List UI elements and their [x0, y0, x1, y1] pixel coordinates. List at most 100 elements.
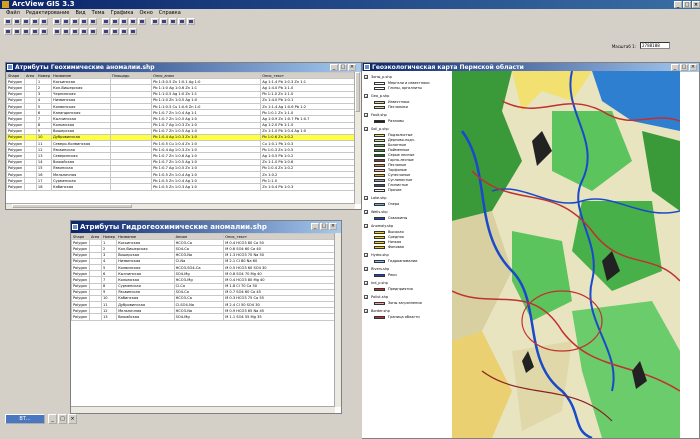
scale-input[interactable]: 2788188 — [640, 42, 670, 49]
menu-item[interactable]: Графика — [111, 9, 134, 17]
minimize-button[interactable]: _ — [674, 1, 682, 8]
menu-item[interactable]: Справка — [159, 9, 181, 17]
toolbar-button[interactable] — [89, 28, 97, 35]
layer-name[interactable]: Soil_p.shp — [371, 127, 389, 131]
menu-item[interactable]: Вид — [75, 9, 85, 17]
layer-visibility-checkbox[interactable]: ✓ — [364, 295, 368, 300]
toolbar-button[interactable] — [80, 28, 88, 35]
layer-name[interactable]: Border.shp — [371, 309, 390, 313]
close-button[interactable]: × — [689, 64, 697, 71]
toolbar-button[interactable] — [4, 18, 12, 25]
maximize-button[interactable]: □ — [320, 223, 328, 230]
attribute-table[interactable]: Shape Area Номер Название Анион Опис_текст Pol… — [71, 233, 335, 321]
layer-visibility-checkbox[interactable]: ✓ — [364, 127, 368, 132]
table-window-geochem[interactable]: Атрибуты Геохимические аномалии.shp _ □ … — [5, 62, 362, 210]
toolbar-button[interactable] — [40, 18, 48, 25]
table-row[interactable]: Polygon 13 Вижайская SO4-Mg M 1.1 SO4 55 Mg … — [71, 313, 335, 321]
menu-item[interactable]: Редактирование — [26, 9, 70, 17]
layer-name[interactable]: Geo_p.shp — [371, 94, 389, 98]
layer-name[interactable]: Rivers.shp — [371, 267, 389, 271]
layer-name[interactable]: Ind_p.shp — [371, 281, 388, 285]
toolbar-button[interactable] — [160, 18, 168, 25]
toolbar-button[interactable] — [129, 18, 137, 25]
layer-visibility-checkbox[interactable]: ✓ — [364, 253, 368, 258]
layer-visibility-checkbox[interactable]: ✓ — [364, 210, 368, 215]
layer-name[interactable]: Fault.shp — [371, 113, 387, 117]
vertical-scrollbar[interactable] — [334, 233, 341, 407]
layer-visibility-checkbox[interactable]: ✓ — [364, 113, 368, 118]
layer-name[interactable]: Anomaly.shp — [371, 224, 393, 228]
menu-item[interactable]: Файл — [6, 9, 20, 17]
close-button[interactable]: × — [68, 414, 77, 424]
minimize-button[interactable]: _ — [311, 223, 319, 230]
scroll-thumb[interactable] — [12, 204, 132, 208]
close-button[interactable]: × — [329, 223, 337, 230]
table-window-title[interactable]: Атрибуты Геохимические аномалии.shp — [6, 63, 361, 72]
toolbar-button[interactable] — [53, 28, 61, 35]
layer-name[interactable]: Hydro.shp — [371, 253, 389, 257]
horizontal-scrollbar[interactable] — [71, 406, 335, 413]
toolbar-button[interactable] — [53, 18, 61, 25]
toolbar-button[interactable] — [62, 28, 70, 35]
vertical-scrollbar[interactable] — [354, 72, 361, 204]
toolbar-button[interactable] — [178, 18, 186, 25]
legend-swatch — [374, 82, 385, 85]
layer-visibility-checkbox[interactable]: ✓ — [364, 75, 368, 80]
layer-name[interactable]: Pollut.shp — [371, 295, 388, 299]
menu-item[interactable]: Окно — [139, 9, 152, 17]
maximize-button[interactable]: □ — [683, 1, 691, 8]
toolbar-button[interactable] — [120, 28, 128, 35]
table-row[interactable]: Polygon 18 Кабинская Pb 1:0.5 Zn 1:0.3 Ag 1… — [6, 183, 355, 191]
toolbar-button[interactable] — [129, 28, 137, 35]
layer-visibility-checkbox[interactable]: ✓ — [364, 224, 368, 229]
toolbar-button[interactable] — [31, 28, 39, 35]
table-window-hydro[interactable]: Атрибуты Гидрогеохимические аномалии.shp… — [70, 220, 342, 414]
layer-visibility-checkbox[interactable]: ✓ — [364, 94, 368, 99]
toolbar-button[interactable] — [71, 18, 79, 25]
toolbar-button[interactable] — [71, 28, 79, 35]
layer-visibility-checkbox[interactable]: ✓ — [364, 281, 368, 286]
toolbar-button[interactable] — [111, 28, 119, 35]
menu-item[interactable]: Тема — [92, 9, 105, 17]
toolbar-button[interactable] — [4, 28, 12, 35]
toolbar-button[interactable] — [151, 18, 159, 25]
toolbar-button[interactable] — [120, 18, 128, 25]
toolbar-button[interactable] — [111, 18, 119, 25]
toolbar-button[interactable] — [13, 28, 21, 35]
toolbar-button[interactable] — [169, 18, 177, 25]
toolbar-button[interactable] — [22, 28, 30, 35]
toolbar-button[interactable] — [22, 18, 30, 25]
minimize-button[interactable]: _ — [671, 64, 679, 71]
close-button[interactable]: × — [692, 1, 700, 8]
layer-visibility-checkbox[interactable]: ✓ — [364, 309, 368, 314]
map-canvas[interactable] — [452, 71, 680, 438]
layer-name[interactable]: Lake.shp — [371, 196, 387, 200]
toolbar-button[interactable] — [31, 18, 39, 25]
table-of-contents[interactable]: ✓ Зоны_р.shp Мергели и известняки Глины, ар… — [362, 71, 453, 438]
toolbar-button[interactable] — [62, 18, 70, 25]
minimize-button[interactable]: _ — [330, 64, 338, 71]
layer-visibility-checkbox[interactable]: ✓ — [364, 267, 368, 272]
toolbar-button[interactable] — [138, 18, 146, 25]
attribute-table[interactable]: Shape Area Номер Название Площадь Опис_аном Оп… — [6, 72, 355, 191]
maximize-button[interactable]: □ — [58, 414, 67, 424]
layer-visibility-checkbox[interactable]: ✓ — [364, 196, 368, 201]
maximize-button[interactable]: □ — [339, 64, 347, 71]
toolbar-button[interactable] — [40, 28, 48, 35]
toolbar-button[interactable] — [102, 18, 110, 25]
toolbar-button[interactable] — [13, 18, 21, 25]
layer-name[interactable]: Зоны_р.shp — [371, 75, 392, 79]
restore-button[interactable]: _ — [48, 414, 57, 424]
scroll-thumb[interactable] — [355, 72, 360, 112]
layer-name[interactable]: Wells.shp — [371, 210, 388, 214]
close-button[interactable]: × — [348, 64, 356, 71]
toolbar-button[interactable] — [80, 18, 88, 25]
app-title-bar[interactable]: ArcView GIS 3.3 _ □ × — [0, 0, 700, 9]
table-window-title[interactable]: Атрибуты Гидрогеохимические аномалии.shp — [71, 221, 341, 233]
toolbar-button[interactable] — [89, 18, 97, 25]
minimized-window[interactable]: ВТ... — [5, 414, 45, 424]
maximize-button[interactable]: □ — [680, 64, 688, 71]
horizontal-scrollbar[interactable] — [6, 203, 355, 209]
toolbar-button[interactable] — [102, 28, 110, 35]
toolbar-button[interactable] — [187, 18, 195, 25]
